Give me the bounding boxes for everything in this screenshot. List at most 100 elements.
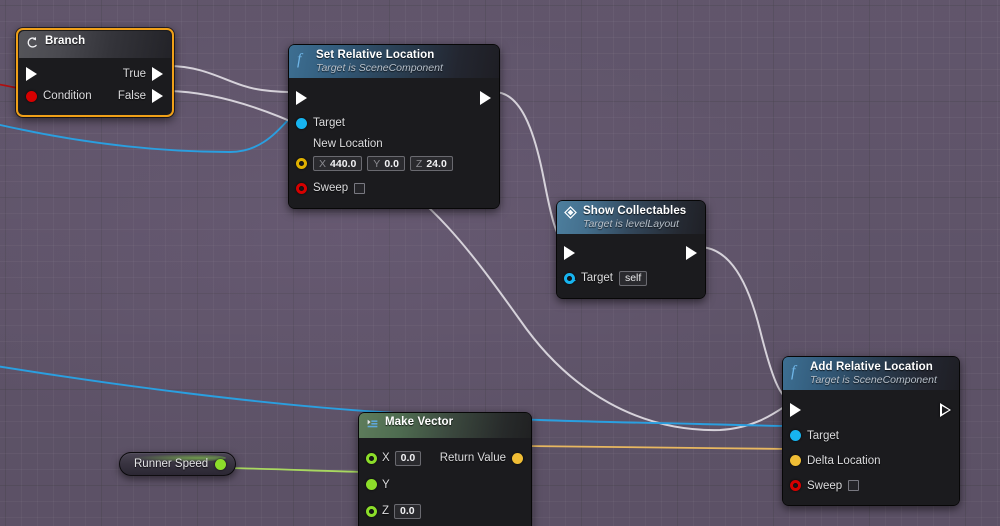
sc-row-exec: [557, 241, 705, 265]
runner-speed-output-pin[interactable]: [215, 458, 227, 470]
mv-row-y: Y: [359, 471, 531, 498]
mv-x-pin[interactable]: [366, 452, 377, 464]
set-relative-location-header[interactable]: f Set Relative Location Target is SceneC…: [289, 45, 499, 78]
add-relative-location-title: Add Relative Location: [810, 361, 933, 373]
arl-delta-location-label: Delta Location: [807, 454, 881, 467]
mv-y-pin[interactable]: [366, 479, 377, 490]
srl-target-label: Target: [313, 117, 345, 129]
branch-node-title: Branch: [45, 35, 86, 47]
set-relative-location-subtitle: Target is SceneComponent: [316, 62, 443, 74]
branch-false-exec-pin[interactable]: [152, 89, 163, 103]
branch-exec-in-pin[interactable]: [26, 67, 37, 81]
mv-x-field[interactable]: 0.0: [394, 450, 422, 466]
add-relative-location-subtitle: Target is SceneComponent: [810, 374, 937, 386]
srl-target-pin[interactable]: [296, 117, 307, 129]
srl-row-newlocation-values: X 440.0 Y 0.0 Z 24.0: [289, 152, 499, 175]
srl-location-z-axis: Z: [415, 157, 423, 170]
show-collectables-subtitle: Target is levelLayout: [583, 218, 679, 230]
sc-target-value-field[interactable]: self: [618, 270, 648, 286]
srl-row-exec: [289, 85, 499, 111]
arl-row-target: Target: [783, 423, 959, 448]
srl-sweep-pin[interactable]: [296, 182, 307, 194]
show-collectables-header[interactable]: Show Collectables Target is levelLayout: [557, 201, 705, 234]
branch-false-label: False: [117, 90, 146, 102]
srl-sweep-checkbox[interactable]: [354, 182, 366, 194]
srl-row-sweep: Sweep: [289, 175, 499, 201]
svg-text:f: f: [297, 51, 304, 68]
arl-exec-out-pin[interactable]: [940, 403, 951, 417]
show-collectables-node[interactable]: Show Collectables Target is levelLayout …: [556, 200, 706, 299]
mv-z-field[interactable]: 0.0: [394, 503, 421, 519]
srl-location-y-field[interactable]: Y 0.0: [367, 156, 405, 171]
sc-target-pin[interactable]: [564, 272, 575, 284]
mv-row-x: X 0.0 Return Value: [359, 445, 531, 471]
branch-node[interactable]: Branch True Condition False: [16, 28, 174, 117]
sc-row-target: Target self: [557, 265, 705, 291]
srl-location-y-axis: Y: [373, 157, 381, 170]
branch-icon: [26, 36, 39, 54]
sc-exec-out-pin[interactable]: [686, 246, 697, 260]
mv-return-value-pin[interactable]: [512, 452, 523, 464]
arl-sweep-checkbox[interactable]: [848, 480, 860, 491]
srl-sweep-label: Sweep: [313, 182, 349, 194]
wire-branch-true-exec: [167, 65, 299, 93]
wire-target-object-left: [0, 115, 293, 153]
runner-speed-label: Runner Speed: [134, 458, 209, 470]
arl-row-delta: Delta Location: [783, 448, 959, 473]
wire-makevector-to-delta: [523, 445, 793, 450]
set-relative-location-node[interactable]: f Set Relative Location Target is SceneC…: [288, 44, 500, 209]
mv-z-label: Z: [382, 505, 390, 517]
srl-exec-out-pin[interactable]: [480, 91, 491, 105]
show-collectables-title: Show Collectables: [583, 205, 687, 217]
runner-speed-variable-node[interactable]: Runner Speed: [119, 452, 237, 476]
mv-z-value: 0.0: [400, 505, 415, 517]
srl-new-location-pin[interactable]: [296, 158, 307, 169]
add-relative-location-header[interactable]: f Add Relative Location Target is SceneC…: [783, 357, 959, 390]
srl-location-x-value: 440.0: [330, 157, 357, 170]
compact-pure-icon: [366, 417, 379, 435]
srl-location-z-field[interactable]: Z 24.0: [409, 156, 453, 171]
event-diamond-icon: [564, 206, 577, 224]
arl-target-label: Target: [807, 429, 839, 442]
branch-true-label: True: [122, 68, 146, 80]
arl-target-pin[interactable]: [790, 430, 801, 441]
arl-exec-in-pin[interactable]: [790, 403, 801, 417]
mv-row-z: Z 0.0: [359, 498, 531, 524]
set-relative-location-body: Target New Location X 440.0 Y 0.0 Z 24.0…: [289, 78, 499, 208]
show-collectables-body: Target self: [557, 234, 705, 298]
make-vector-title: Make Vector: [385, 416, 454, 428]
make-vector-node[interactable]: Make Vector X 0.0 Return Value Y Z 0.0: [358, 412, 532, 526]
branch-row-condition: Condition False: [19, 85, 171, 107]
branch-true-exec-pin[interactable]: [152, 67, 163, 81]
arl-row-sweep: Sweep: [783, 473, 959, 498]
blueprint-graph-canvas[interactable]: Branch True Condition False f Set Relati…: [0, 0, 1000, 526]
arl-delta-location-pin[interactable]: [790, 455, 801, 466]
srl-location-y-value: 0.0: [384, 157, 399, 170]
add-relative-location-body: Target Delta Location Sweep: [783, 390, 959, 505]
sc-exec-in-pin[interactable]: [564, 246, 575, 260]
arl-row-exec: [783, 397, 959, 423]
srl-new-location-label: New Location: [313, 137, 383, 150]
make-vector-body: X 0.0 Return Value Y Z 0.0: [359, 438, 531, 526]
add-relative-location-node[interactable]: f Add Relative Location Target is SceneC…: [782, 356, 960, 506]
branch-node-body: True Condition False: [19, 58, 171, 114]
make-vector-header[interactable]: Make Vector: [359, 413, 531, 438]
wire-runnerspeed-to-y: [227, 467, 367, 473]
srl-location-z-value: 24.0: [426, 157, 447, 170]
srl-row-newlocation-label: New Location: [289, 135, 499, 152]
srl-exec-in-pin[interactable]: [296, 91, 307, 105]
srl-location-x-axis: X: [319, 157, 327, 170]
branch-condition-pin[interactable]: [26, 90, 37, 102]
mv-x-label: X: [382, 452, 390, 464]
mv-z-pin[interactable]: [366, 505, 377, 517]
srl-location-x-field[interactable]: X 440.0: [313, 156, 363, 171]
arl-sweep-pin[interactable]: [790, 480, 801, 491]
function-icon: f: [790, 362, 804, 385]
mv-y-label: Y: [382, 478, 390, 491]
srl-row-target: Target: [289, 111, 499, 135]
branch-node-header[interactable]: Branch: [19, 31, 171, 58]
branch-row-exec: True: [19, 63, 171, 85]
function-icon: f: [296, 50, 310, 73]
sc-target-label: Target: [581, 272, 613, 284]
branch-condition-label: Condition: [43, 90, 92, 102]
